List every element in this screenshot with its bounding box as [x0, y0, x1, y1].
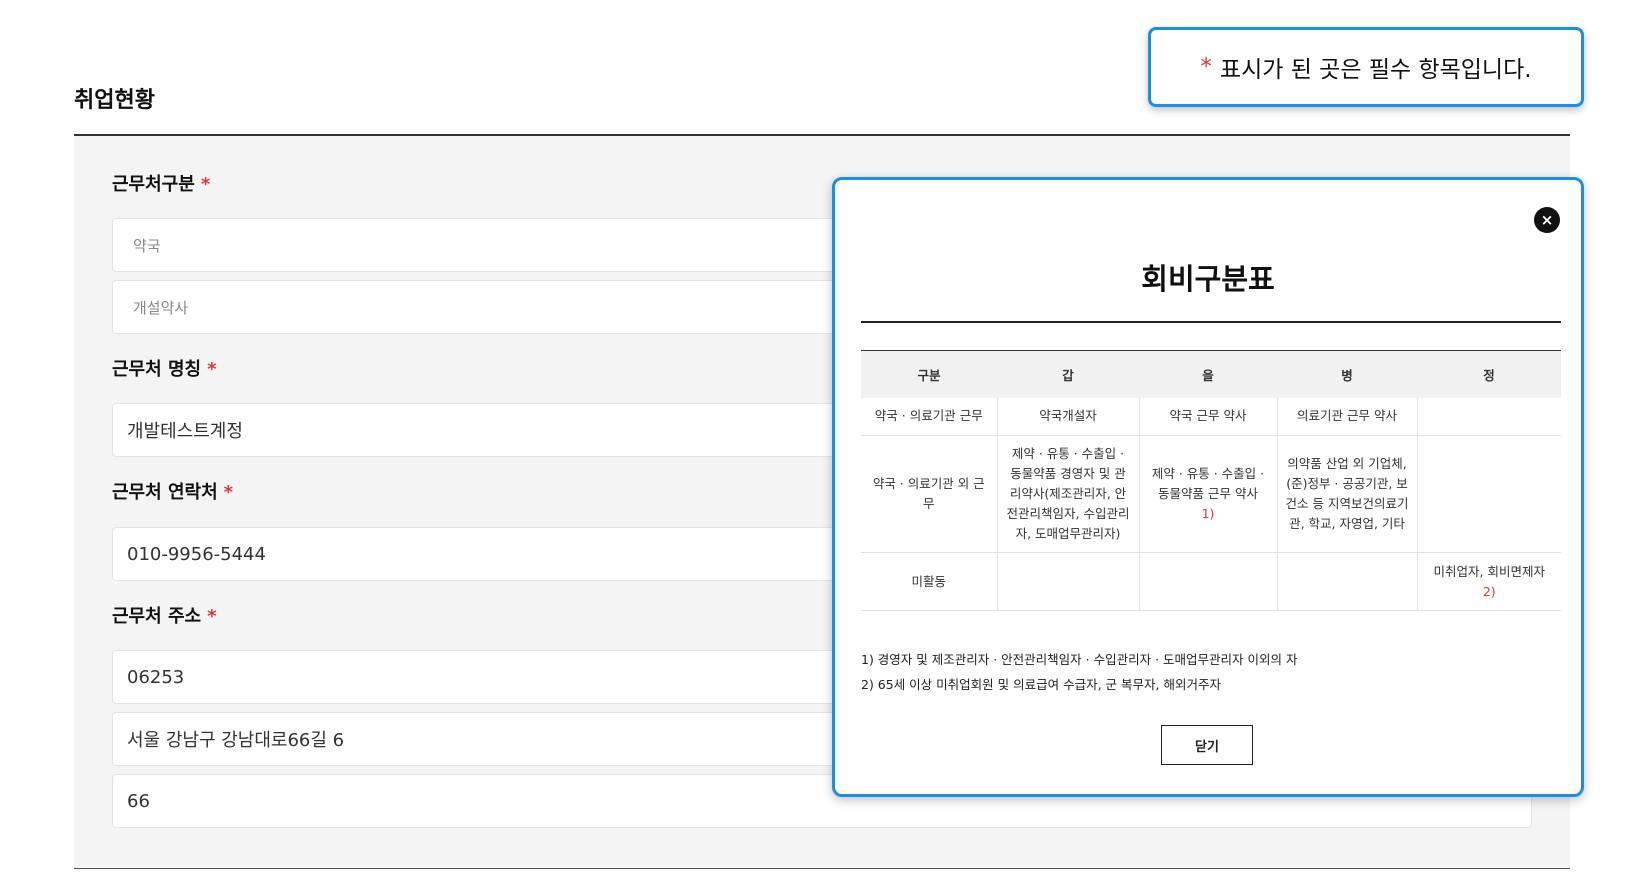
table-cell-byeong: 의약품 산업 외 기업체, (준)정부 · 공공기관, 보건소 등 지역보건의료… — [1276, 435, 1417, 553]
workplace-type-value: 약국 — [133, 236, 161, 255]
address-value: 서울 강남구 강남대로66길 6 — [127, 730, 345, 751]
table-header-cell: 구분 — [861, 350, 997, 398]
table-row: 약국 · 의료기관 외 근무 제약 · 유통 · 수출입 · 동물약품 경영자 … — [861, 435, 1561, 553]
table-header-cell: 을 — [1139, 350, 1277, 398]
footnote-2: 2) 65세 이상 미취업회원 및 의료급여 수급자, 군 복무자, 해외거주자 — [861, 677, 1221, 692]
modal-title: 회비구분표 — [1141, 262, 1275, 296]
workplace-subtype-value: 개설약사 — [133, 298, 189, 317]
table-cell-category: 약국 · 의료기관 근무 — [861, 397, 997, 436]
table-cell-byeong: 의료기관 근무 약사 — [1276, 397, 1417, 436]
required-notice: * 표시가 된 곳은 필수 항목입니다. — [1148, 27, 1584, 107]
workplace-address-label-text: 근무처 주소 — [112, 606, 202, 627]
table-cell-eul: 제약 · 유통 · 수출입 · 동물약품 근무 약사 1) — [1138, 435, 1277, 553]
modal-title-divider — [861, 321, 1561, 323]
fee-table: 구분 갑 을 병 정 약국 · 의료기관 근무 약국개설자 약국 근무 약사 의… — [861, 350, 1561, 611]
table-cell-category: 약국 · 의료기관 외 근무 — [861, 435, 997, 553]
table-cell-gap: 약국개설자 — [996, 397, 1139, 436]
workplace-contact-value: 010-9956-5444 — [127, 543, 266, 565]
table-cell-eul — [1138, 552, 1277, 611]
section-divider-bottom — [74, 868, 1570, 869]
table-row: 약국 · 의료기관 근무 약국개설자 약국 근무 약사 의료기관 근무 약사 — [861, 397, 1561, 436]
table-cell-eul: 약국 근무 약사 — [1138, 397, 1277, 436]
workplace-contact-label: 근무처 연락처 * — [112, 478, 233, 504]
table-cell-category: 미활동 — [861, 552, 997, 611]
section-title: 취업현황 — [74, 88, 155, 113]
workplace-type-label-text: 근무처구분 — [112, 174, 195, 195]
footnote-marker: 1) — [1201, 506, 1215, 521]
workplace-name-label-text: 근무처 명칭 — [112, 359, 202, 380]
footnote-1: 1) 경영자 및 제조관리자 · 안전관리책임자 · 수입관리자 · 도매업무관… — [861, 652, 1298, 667]
table-header-row: 구분 갑 을 병 정 — [861, 350, 1561, 398]
table-header-cell: 병 — [1277, 350, 1417, 398]
required-mark: * — [207, 359, 217, 380]
workplace-contact-label-text: 근무처 연락처 — [112, 482, 218, 503]
table-cell-eul-text: 제약 · 유통 · 수출입 · 동물약품 근무 약사 — [1151, 466, 1265, 501]
fee-table-modal: × 회비구분표 구분 갑 을 병 정 약국 · 의료기관 근무 약국개설자 약국… — [832, 177, 1584, 797]
table-cell-gap: 제약 · 유통 · 수출입 · 동물약품 경영자 및 관리약사(제조관리자, 안… — [996, 435, 1139, 553]
zipcode-value: 06253 — [127, 666, 185, 688]
required-star: * — [1200, 54, 1212, 80]
close-button[interactable]: 닫기 — [1161, 725, 1253, 765]
table-header-cell: 갑 — [997, 350, 1139, 398]
table-cell-jeong-text: 미취업자, 회비면제자 — [1433, 563, 1545, 579]
required-mark: * — [223, 482, 234, 503]
workplace-name-label: 근무처 명칭 * — [112, 355, 217, 381]
table-cell-gap — [996, 552, 1139, 611]
table-cell-jeong — [1416, 435, 1561, 553]
required-mark: * — [200, 174, 211, 195]
table-header-cell: 정 — [1417, 350, 1561, 398]
address-detail-value: 66 — [127, 790, 150, 812]
workplace-address-label: 근무처 주소 * — [112, 602, 217, 628]
footnote-marker: 2) — [1482, 583, 1496, 599]
workplace-name-value: 개발테스트계정 — [127, 421, 243, 442]
table-cell-byeong — [1276, 552, 1417, 611]
table-cell-jeong: 미취업자, 회비면제자 2) — [1416, 552, 1561, 611]
required-mark: * — [207, 606, 217, 627]
table-row: 미활동 미취업자, 회비면제자 2) — [861, 552, 1561, 611]
required-notice-text: 표시가 된 곳은 필수 항목입니다. — [1219, 57, 1532, 83]
close-icon[interactable]: × — [1534, 207, 1560, 233]
table-cell-jeong — [1416, 397, 1561, 436]
workplace-type-label: 근무처구분 * — [112, 170, 210, 196]
